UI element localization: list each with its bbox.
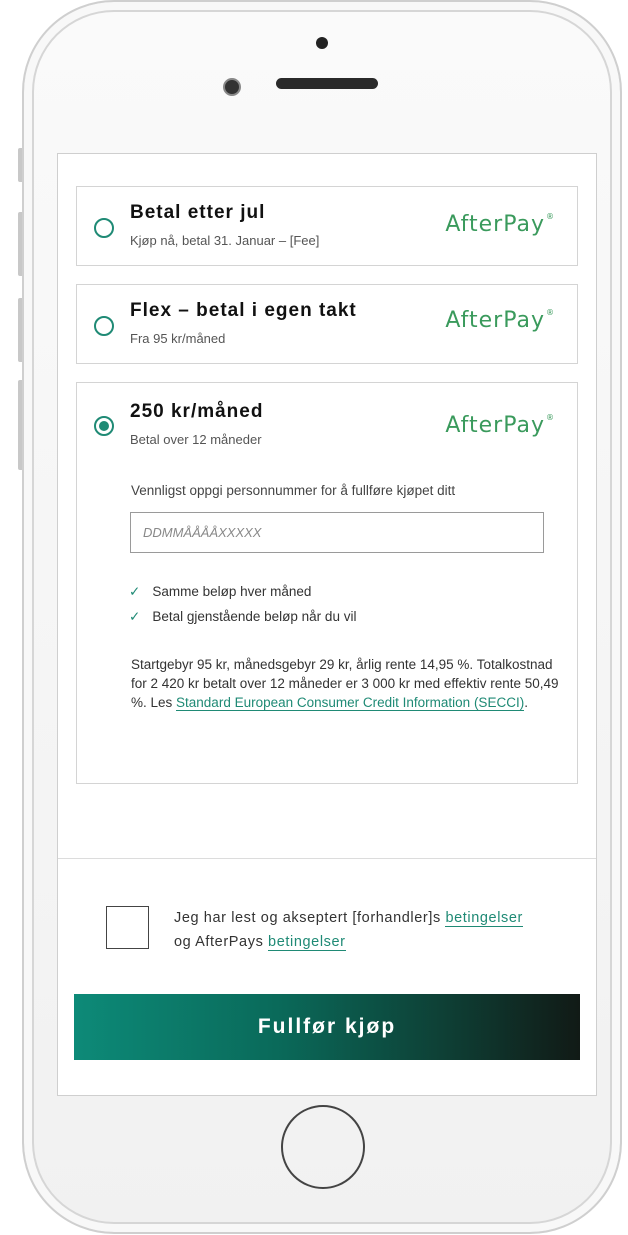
earpiece-speaker bbox=[276, 78, 378, 89]
check-icon: ✓ bbox=[129, 609, 141, 624]
option-title: Betal etter jul bbox=[130, 202, 266, 223]
accept-terms-checkbox[interactable] bbox=[106, 906, 149, 949]
accept-terms-label: Jeg har lest og akseptert [forhandler]s … bbox=[174, 910, 523, 951]
payment-option-flex[interactable]: Flex – betal i egen takt Fra 95 kr/måned… bbox=[76, 284, 578, 364]
benefit-item: ✓ Betal gjenstående beløp når du vil bbox=[129, 609, 357, 624]
complete-purchase-button[interactable]: Fullfør kjøp bbox=[74, 994, 580, 1060]
radio-icon[interactable] bbox=[94, 218, 114, 238]
secci-link[interactable]: Standard European Consumer Credit Inform… bbox=[176, 695, 525, 711]
option-subtitle: Kjøp nå, betal 31. Januar – [Fee] bbox=[130, 233, 320, 248]
radio-icon[interactable] bbox=[94, 316, 114, 336]
front-camera bbox=[223, 78, 241, 96]
personnummer-input[interactable] bbox=[130, 512, 544, 553]
payment-option-betal-etter-jul[interactable]: Betal etter jul Kjøp nå, betal 31. Janua… bbox=[76, 186, 578, 266]
check-icon: ✓ bbox=[129, 584, 141, 599]
afterpay-logo: AfterPay® bbox=[445, 308, 555, 333]
option-subtitle: Betal over 12 måneder bbox=[130, 432, 262, 447]
radio-icon[interactable] bbox=[94, 416, 114, 436]
option-title: 250 kr/måned bbox=[130, 401, 264, 422]
merchant-terms-link[interactable]: betingelser bbox=[445, 910, 523, 927]
proximity-sensor bbox=[316, 37, 328, 49]
afterpay-logo: AfterPay® bbox=[445, 413, 555, 438]
checkout-screen: Betal etter jul Kjøp nå, betal 31. Janua… bbox=[57, 153, 597, 1096]
afterpay-logo: AfterPay® bbox=[445, 212, 555, 237]
afterpay-terms-link[interactable]: betingelser bbox=[268, 934, 346, 951]
option-title: Flex – betal i egen takt bbox=[130, 300, 357, 321]
payment-option-monthly[interactable]: 250 kr/måned Betal over 12 måneder After… bbox=[76, 382, 578, 784]
home-button[interactable] bbox=[281, 1105, 365, 1189]
credit-terms: Startgebyr 95 kr, månedsgebyr 29 kr, årl… bbox=[131, 657, 559, 711]
benefit-item: ✓ Samme beløp hver måned bbox=[129, 584, 312, 599]
section-divider bbox=[58, 858, 596, 859]
option-subtitle: Fra 95 kr/måned bbox=[130, 331, 226, 346]
pnr-instruction: Vennligst oppgi personnummer for å fullf… bbox=[131, 483, 456, 498]
